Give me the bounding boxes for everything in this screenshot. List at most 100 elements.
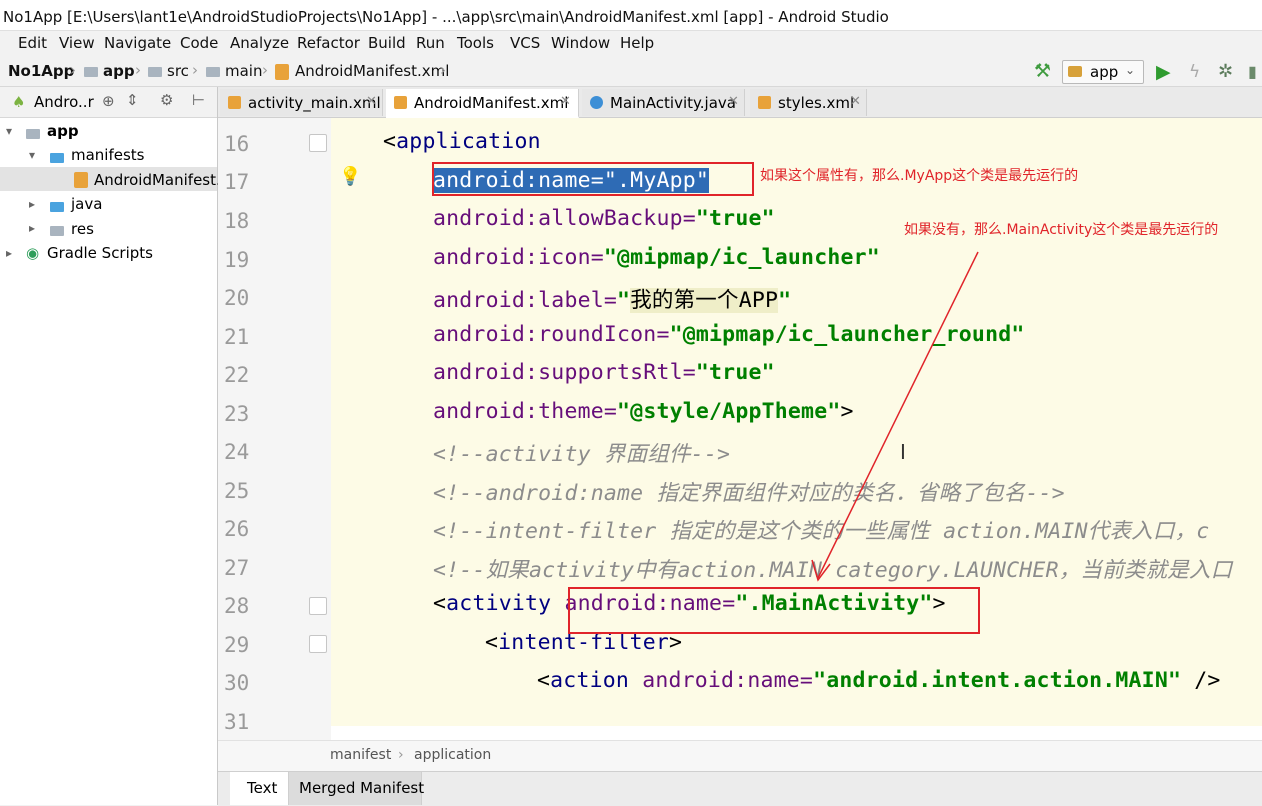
chevron-right-icon: › <box>135 61 141 79</box>
project-view-selector[interactable]: Andro..r <box>34 93 94 111</box>
line-number: 27 <box>224 556 250 580</box>
breadcrumb-application[interactable]: application <box>414 747 491 763</box>
run-icon[interactable]: ▶ <box>1156 61 1171 83</box>
tree-item-res[interactable]: res <box>71 220 94 238</box>
crumb-src[interactable]: src <box>167 62 189 80</box>
folder-icon <box>206 67 220 77</box>
menu-view[interactable]: View <box>59 34 95 52</box>
line-number: 29 <box>224 633 250 657</box>
menu-help[interactable]: Help <box>620 34 654 52</box>
menu-refactor[interactable]: Refactor <box>297 34 360 52</box>
token-quote: " <box>617 288 631 313</box>
lightbulb-icon[interactable]: 💡 <box>339 166 361 187</box>
annotation-arrow <box>811 251 979 582</box>
line-number: 22 <box>224 363 250 387</box>
fold-marker-icon[interactable] <box>309 134 327 152</box>
menu-edit[interactable]: Edit <box>18 34 47 52</box>
tab-main-activity[interactable]: MainActivity.java ✕ <box>582 89 745 116</box>
project-panel-header: ♠ Andro..r ⊕ ⇕ ⚙ ⊢ <box>0 87 217 118</box>
xml-file-icon <box>228 96 241 109</box>
menu-vcs[interactable]: VCS <box>510 34 540 52</box>
manifest-file-icon <box>74 172 88 188</box>
tab-label: AndroidManifest.xml <box>414 94 569 112</box>
line-number: 26 <box>224 517 250 541</box>
line-number: 28 <box>224 594 250 618</box>
token-attr: :icon= <box>525 245 604 270</box>
folder-icon <box>50 226 64 236</box>
breadcrumb-manifest[interactable]: manifest <box>330 747 391 763</box>
tab-text[interactable]: Text <box>230 772 289 805</box>
menu-code[interactable]: Code <box>180 34 218 52</box>
tab-styles[interactable]: styles.xml ✕ <box>750 89 867 116</box>
target-icon[interactable]: ⊕ <box>102 92 115 110</box>
project-panel: ♠ Andro..r ⊕ ⇕ ⚙ ⊢ ▾ app ▾ manifests And… <box>0 87 230 805</box>
menu-tools[interactable]: Tools <box>457 34 494 52</box>
token-tag: activity <box>446 591 552 616</box>
fold-marker-icon[interactable] <box>309 597 327 615</box>
apply-changes-icon[interactable]: ϟ <box>1189 62 1200 82</box>
code-line-24: <!--activity 界面组件--> <box>433 442 731 467</box>
chevron-right-icon[interactable]: ▸ <box>29 221 35 235</box>
hammer-icon[interactable]: ⚒ <box>1034 60 1051 82</box>
token-bracket: < <box>485 630 499 655</box>
close-icon[interactable]: ✕ <box>560 94 571 109</box>
token-value: 我的第一个APP <box>630 288 779 313</box>
tree-item-gradle-scripts[interactable]: Gradle Scripts <box>47 244 153 262</box>
run-config-select[interactable]: app ⌄ <box>1062 60 1144 84</box>
editor-tabs: activity_main.xml ✕ AndroidManifest.xml … <box>218 87 1262 118</box>
chevron-right-icon[interactable]: ▸ <box>29 197 35 211</box>
token-value: "true" <box>695 360 775 385</box>
annotation-text-first: 如果这个属性有，那么.MyApp这个类是最先运行的 <box>760 168 1079 184</box>
token-attr: :roundIcon= <box>525 322 670 347</box>
token-namespace: android <box>642 668 735 693</box>
token-bracket: < <box>537 668 551 693</box>
folder-icon <box>84 67 98 77</box>
tab-activity-main[interactable]: activity_main.xml ✕ <box>220 89 383 116</box>
chevron-right-icon: › <box>398 747 404 763</box>
gear-icon[interactable]: ⚙ <box>160 91 173 109</box>
code-line-30: <action android:name="android.intent.act… <box>537 668 1262 693</box>
editor-bottom-strip <box>331 726 1262 740</box>
tab-label: Text <box>247 779 278 797</box>
crumb-manifest[interactable]: AndroidManifest.xml <box>295 62 449 80</box>
crumb-app[interactable]: app <box>103 62 135 80</box>
token-bracket: < <box>433 591 447 616</box>
debug-icon[interactable]: ✲ <box>1218 61 1233 82</box>
fold-marker-icon[interactable] <box>309 635 327 653</box>
java-class-icon <box>590 96 603 109</box>
chevron-down-icon[interactable]: ▾ <box>29 148 35 162</box>
menu-analyze[interactable]: Analyze <box>230 34 289 52</box>
module-folder-icon <box>26 129 40 139</box>
close-icon[interactable]: ✕ <box>366 94 377 109</box>
folder-icon <box>148 67 162 77</box>
menu-window[interactable]: Window <box>551 34 610 52</box>
menu-navigate[interactable]: Navigate <box>104 34 171 52</box>
crumb-project[interactable]: No1App <box>8 62 74 80</box>
token-attr: :theme= <box>525 399 618 424</box>
tree-item-java[interactable]: java <box>71 195 102 213</box>
bottom-tabs: Text Merged Manifest <box>218 771 1262 806</box>
collapse-icon[interactable]: ⇕ <box>126 91 139 109</box>
token-attr: :allowBackup= <box>525 206 696 231</box>
tab-android-manifest[interactable]: AndroidManifest.xml ✕ <box>386 89 579 118</box>
chevron-right-icon[interactable]: ▸ <box>6 246 12 260</box>
tree-item-app[interactable]: app <box>47 122 79 140</box>
tab-merged-manifest[interactable]: Merged Manifest <box>289 772 424 805</box>
tree-item-androidmanifest[interactable]: AndroidManifest.x <box>94 171 230 189</box>
hide-panel-icon[interactable]: ⊢ <box>192 91 205 109</box>
token-namespace: android <box>433 245 526 270</box>
annotation-box-myapp <box>432 162 754 196</box>
menu-run[interactable]: Run <box>416 34 445 52</box>
profiler-icon[interactable]: ▮ <box>1248 62 1257 81</box>
close-icon[interactable]: ✕ <box>850 94 861 109</box>
menu-build[interactable]: Build <box>368 34 406 52</box>
title-bar: No1App [E:\Users\lant1e\AndroidStudioPro… <box>0 0 1262 31</box>
crumb-main[interactable]: main <box>225 62 262 80</box>
token-namespace: android <box>433 399 526 424</box>
chevron-down-icon[interactable]: ▾ <box>6 124 12 138</box>
close-icon[interactable]: ✕ <box>728 94 739 109</box>
tree-item-manifests[interactable]: manifests <box>71 146 145 164</box>
android-module-icon <box>1068 66 1082 77</box>
tab-label: MainActivity.java <box>610 94 736 112</box>
xml-file-icon <box>758 96 771 109</box>
